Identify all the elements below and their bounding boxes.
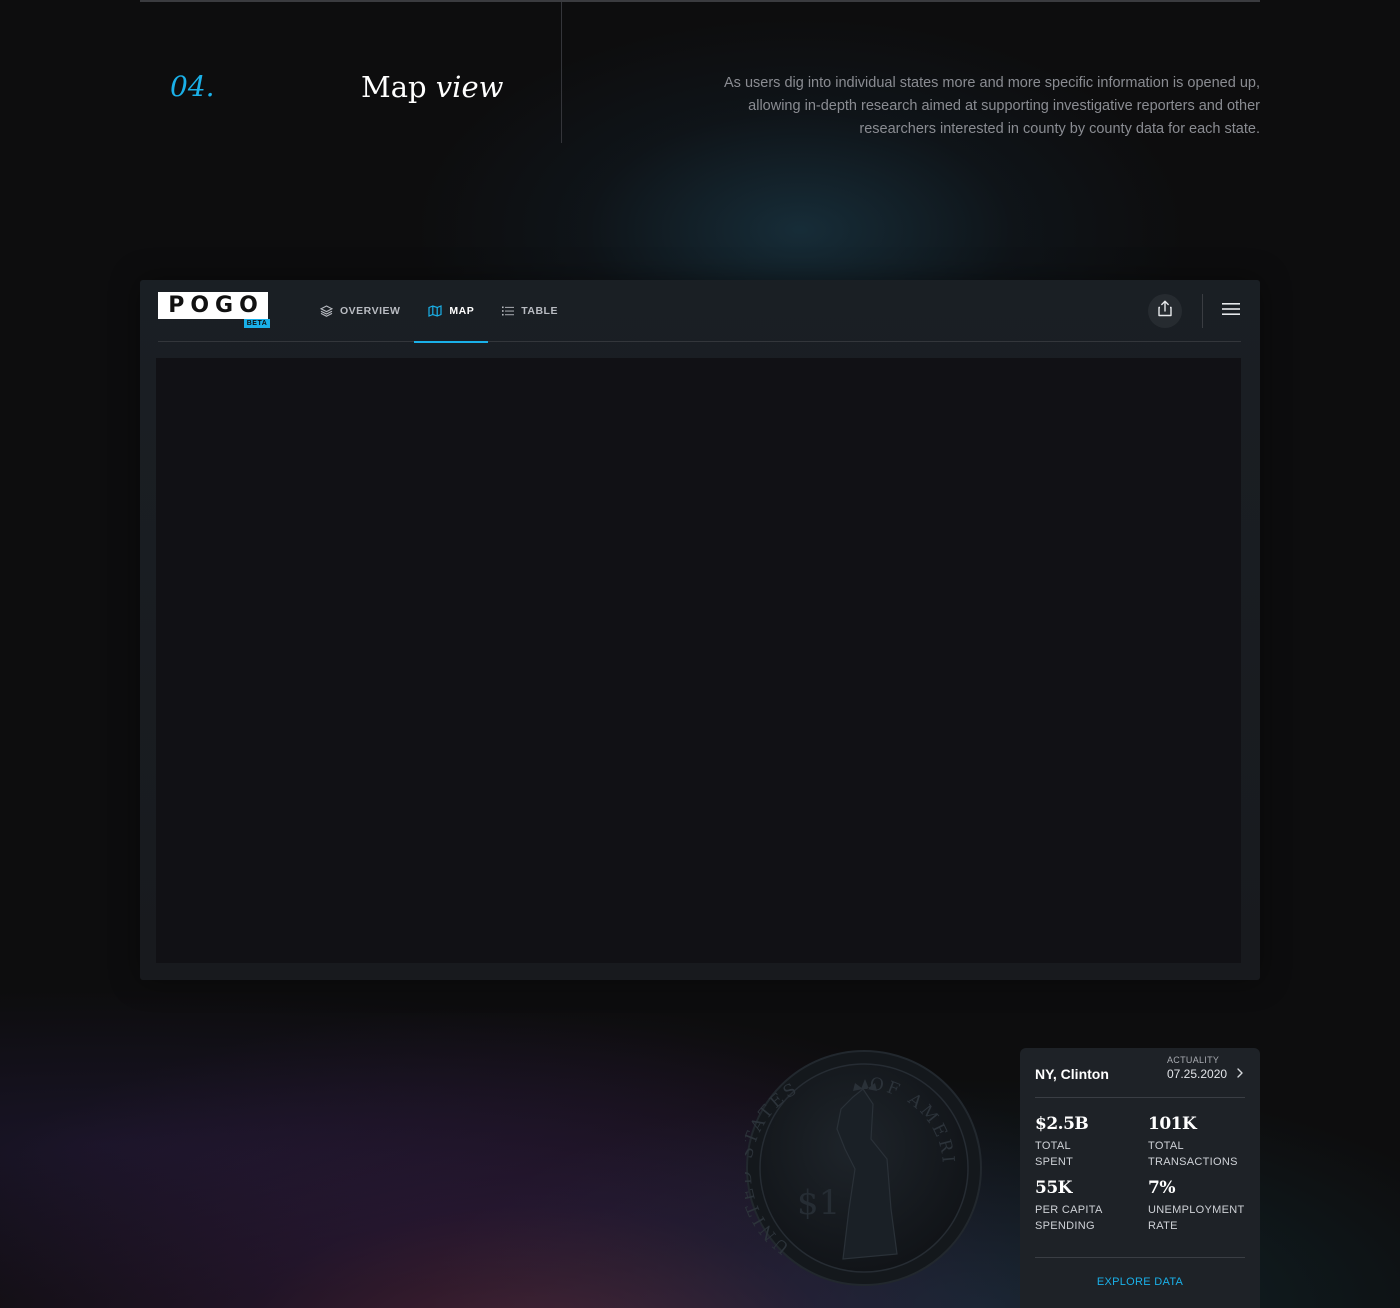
stat-value: 7% [1148,1178,1175,1198]
app-window: POGO BETA OVERVIEW MAP TABLE [140,280,1260,980]
dollar-coin-image: OF AMERICA UNITED STATES $1 [736,1034,983,1287]
card-divider-top [1035,1097,1245,1098]
stat-label: UNEMPLOYMENT RATE [1148,1204,1245,1232]
top-divider [140,0,1260,2]
vertical-divider [561,2,562,143]
coin-value: $1 [797,1183,840,1223]
stat-label: PER CAPITA SPENDING [1035,1204,1103,1232]
section-number: 04. [170,70,215,103]
app-header: POGO BETA OVERVIEW MAP TABLE [158,280,1242,343]
tab-table-label: TABLE [521,305,558,317]
section-title: Map view [361,70,503,104]
hamburger-menu-icon [1222,302,1240,321]
stat-per-capita-spending: 55K PER CAPITA SPENDING [1035,1178,1135,1234]
stat-value: $2.5B [1035,1114,1089,1134]
stat-value: 101K [1148,1114,1197,1134]
tab-overview-label: OVERVIEW [340,305,401,317]
logo-wordmark: POGO [158,292,268,319]
tab-overview[interactable]: OVERVIEW [306,280,414,342]
map-icon [428,305,443,317]
stat-total-spent: $2.5B TOTAL SPENT [1035,1114,1135,1170]
section-title-plain: Map [361,70,427,104]
stat-label: TOTAL TRANSACTIONS [1148,1140,1238,1168]
layers-icon [320,305,333,317]
chevron-right-icon[interactable] [1236,1066,1244,1084]
stat-unemployment-rate: 7% UNEMPLOYMENT RATE [1148,1178,1253,1234]
menu-button[interactable] [1220,300,1242,322]
beta-badge: BETA [244,319,270,328]
actuality-label: ACTUALITY [1167,1055,1220,1065]
list-icon [502,306,515,316]
nav-tabs: OVERVIEW MAP TABLE [306,280,572,343]
card-divider-bottom [1035,1257,1245,1258]
tab-map[interactable]: MAP [414,280,489,343]
card-location: NY, Clinton [1035,1066,1109,1082]
header-divider [1202,294,1203,328]
tab-table[interactable]: TABLE [488,280,572,342]
tab-map-label: MAP [449,305,475,317]
pogo-logo[interactable]: POGO BETA [158,292,270,330]
section-description: As users dig into individual states more… [724,75,1260,137]
stat-total-transactions: 101K TOTAL TRANSACTIONS [1148,1114,1253,1170]
stat-label: TOTAL SPENT [1035,1140,1074,1168]
section-title-italic: view [435,70,504,104]
stat-value: 55K [1035,1178,1072,1198]
map-canvas[interactable] [156,358,1241,963]
county-info-card: NY, Clinton ACTUALITY 07.25.2020 $2.5B T… [1020,1048,1260,1308]
explore-data-link[interactable]: EXPLORE DATA [1020,1276,1260,1288]
share-button[interactable] [1148,294,1182,328]
actuality-date: 07.25.2020 [1167,1067,1228,1081]
share-icon [1157,300,1173,322]
